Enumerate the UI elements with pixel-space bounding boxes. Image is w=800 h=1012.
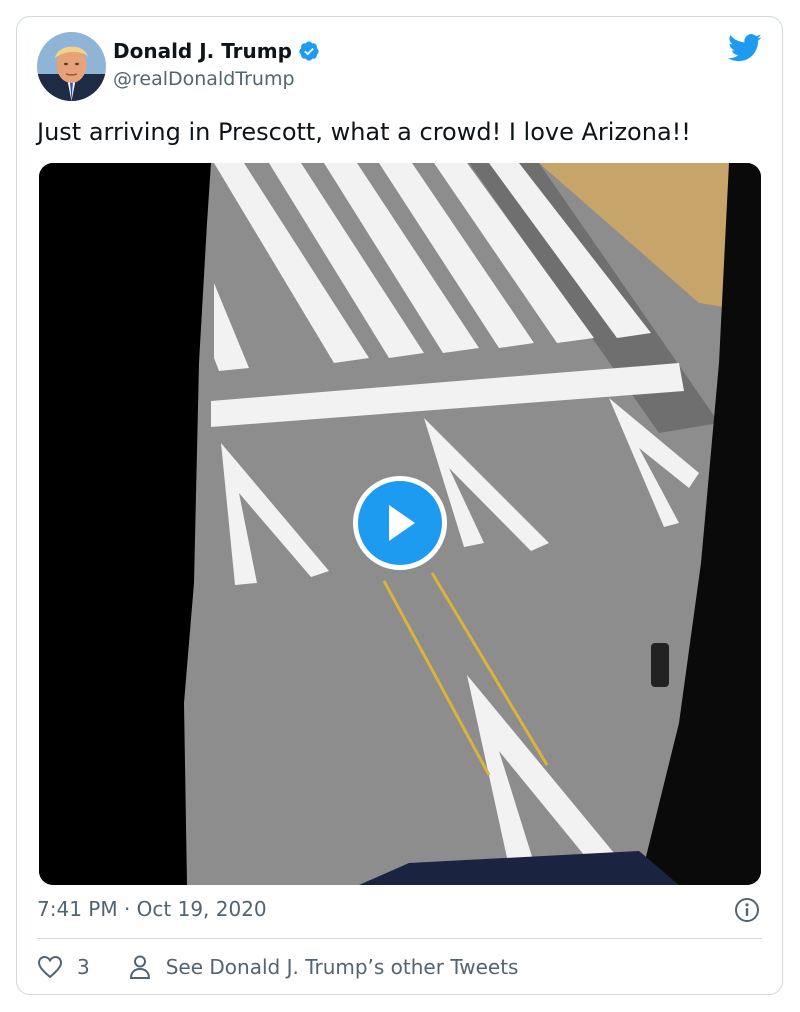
person-icon	[129, 955, 150, 979]
verified-badge-icon	[298, 40, 320, 62]
tweet-card: Donald J. Trump @realDonaldTrump Just ar…	[16, 16, 783, 995]
like-count: 3	[77, 955, 90, 979]
info-icon[interactable]	[734, 897, 760, 923]
tweet-actions: 3 See Donald J. Trump’s other Tweets	[37, 953, 518, 981]
tweet-text: Just arriving in Prescott, what a crowd!…	[37, 118, 691, 146]
tweet-timestamp[interactable]: 7:41 PM · Oct 19, 2020	[37, 897, 267, 921]
video-thumbnail[interactable]	[39, 163, 761, 885]
author-name[interactable]: Donald J. Trump	[113, 39, 320, 63]
see-other-tweets-link[interactable]: See Donald J. Trump’s other Tweets	[128, 954, 519, 980]
divider	[37, 938, 762, 939]
avatar[interactable]	[37, 32, 106, 101]
heart-icon	[37, 955, 63, 979]
twitter-bird-icon[interactable]	[728, 33, 762, 63]
author-name-text: Donald J. Trump	[113, 39, 292, 63]
play-button[interactable]	[353, 476, 447, 570]
play-icon	[389, 505, 415, 541]
like-button[interactable]: 3	[37, 955, 128, 979]
author-handle[interactable]: @realDonaldTrump	[113, 68, 295, 90]
see-other-tweets-label: See Donald J. Trump’s other Tweets	[165, 955, 519, 979]
